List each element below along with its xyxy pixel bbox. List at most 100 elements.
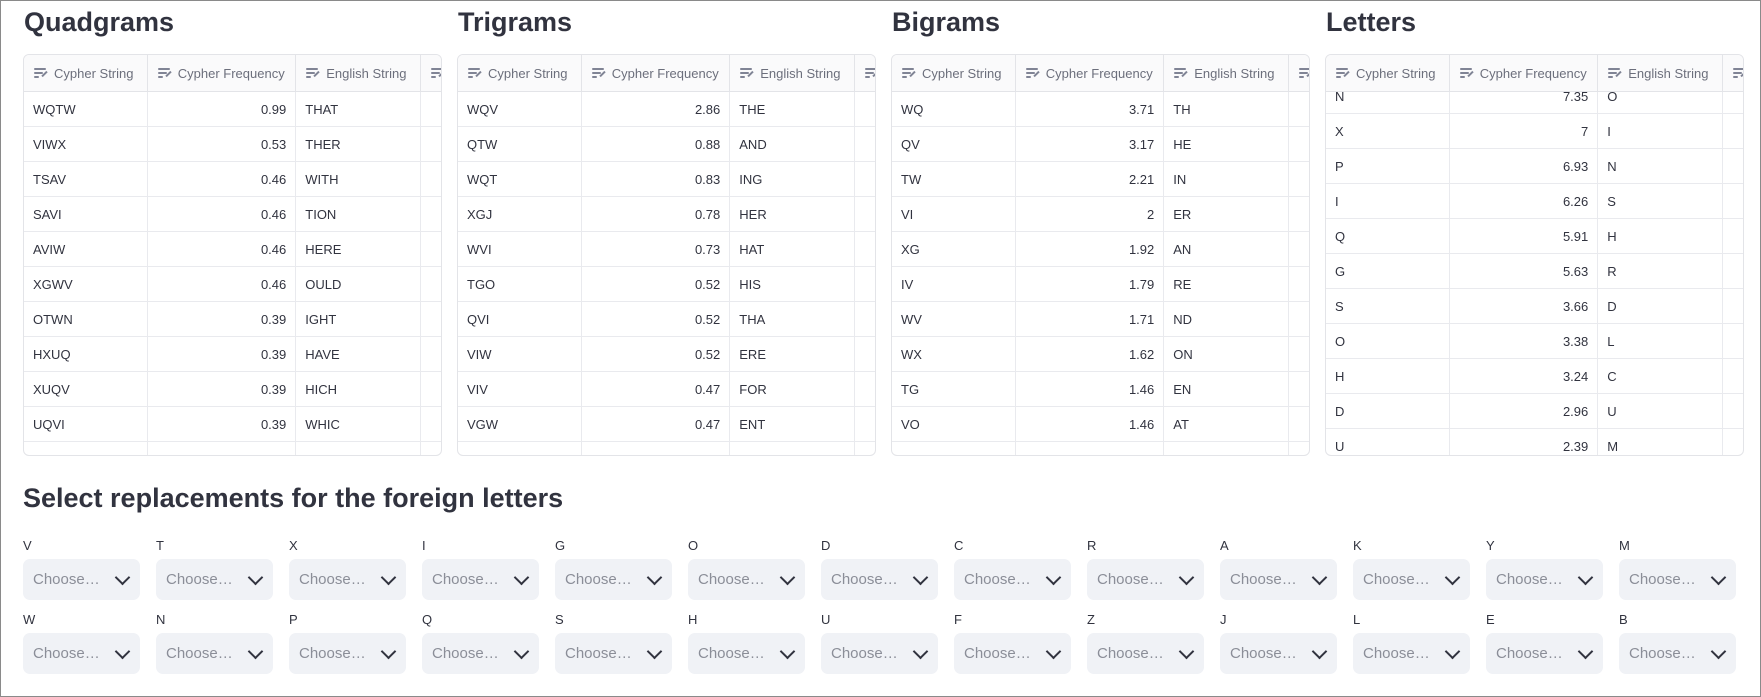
english-string-cell[interactable]: R [1598,254,1724,288]
english-string-cell[interactable]: H [1598,219,1724,253]
select-dropdown[interactable]: Choose… [422,559,539,600]
table-row[interactable]: Q 5.91 H [1326,219,1743,254]
select-dropdown[interactable]: Choose… [1087,559,1204,600]
english-string-cell[interactable]: IN [1164,162,1290,196]
table-row[interactable]: XG 1.92 AN [892,232,1309,267]
cypher-string-cell[interactable]: XG [892,232,1016,266]
english-string-cell[interactable]: ERE [730,337,856,371]
cypher-string-cell[interactable]: WQV [458,92,582,126]
cypher-frequency-cell[interactable]: 0.99 [148,92,297,126]
cypher-string-cell[interactable]: TW [892,162,1016,196]
table-row[interactable]: WQTW 0.99 THAT [24,92,441,127]
cypher-string-cell[interactable]: QVI [458,302,582,336]
table-row[interactable]: G 5.63 R [1326,254,1743,289]
cypher-frequency-cell[interactable]: 1.62 [1016,337,1165,371]
english-string-cell[interactable]: HAVE [296,337,422,371]
table-row[interactable]: D 2.96 U [1326,394,1743,429]
cypher-string-cell[interactable]: Q [1326,219,1450,253]
cypher-frequency-cell[interactable]: 0.52 [582,267,731,301]
english-string-cell[interactable]: HE [1164,127,1290,161]
cypher-frequency-cell[interactable]: 0.39 [148,302,297,336]
table-row[interactable]: VGW 0.47 ENT [458,407,875,442]
select-dropdown[interactable]: Choose… [1486,633,1603,674]
table-row[interactable]: WX 1.62 ON [892,337,1309,372]
data-grid[interactable]: Cypher String Cypher Frequency English Str… [891,54,1310,456]
select-dropdown[interactable]: Choose… [1087,633,1204,674]
cypher-string-cell[interactable]: WX [892,337,1016,371]
select-dropdown[interactable]: Choose… [23,559,140,600]
column-header[interactable]: English String [1598,55,1723,91]
column-header[interactable]: English String [296,55,421,91]
table-row[interactable]: UQVI 0.39 WHIC [24,407,441,442]
cypher-string-cell[interactable]: N [1326,92,1450,113]
table-row[interactable]: X7I [1326,114,1743,149]
select-dropdown[interactable]: Choose… [23,633,140,674]
grid-body[interactable]: WQTW 0.99 THAT VIWX 0.53 THER TSAV 0.46 WITH SAVI… [24,92,441,455]
cypher-string-cell[interactable]: WVI [458,232,582,266]
english-string-cell[interactable]: N [1598,149,1724,183]
cypher-string-cell[interactable]: VIWX [24,127,148,161]
english-string-cell[interactable]: ENT [730,407,856,441]
select-dropdown[interactable]: Choose… [688,559,805,600]
table-row[interactable]: P 6.93 N [1326,149,1743,184]
select-dropdown[interactable]: Choose… [821,633,938,674]
table-row[interactable]: WQT 0.83 ING [458,162,875,197]
cypher-string-cell[interactable]: U [1326,429,1450,455]
select-dropdown[interactable]: Choose… [821,559,938,600]
grid-body[interactable]: WQ 3.71 TH QV 3.17 HE TW 2.21 IN VI 2 ER XG 1.92 AN IV 1… [892,92,1309,455]
select-dropdown[interactable]: Choose… [1220,633,1337,674]
column-header[interactable]: Cypher Frequency [1450,55,1599,91]
cypher-frequency-cell[interactable]: 3.71 [1016,92,1165,126]
english-string-cell[interactable]: AT [1164,407,1290,441]
english-string-cell[interactable]: TION [296,197,422,231]
column-header[interactable]: Cypher String [1326,55,1450,91]
english-string-cell[interactable]: L [1598,324,1724,358]
grid-body[interactable]: N 7.35 O X 7 I P 6.93 N I 6.26 S Q 5.91 H G 5.63 R S 3.66 D O… [1326,92,1743,455]
english-string-cell[interactable]: EN [1164,372,1290,406]
select-dropdown[interactable]: Choose… [1353,559,1470,600]
table-row[interactable]: I 6.26 S [1326,184,1743,219]
column-header-overflow[interactable] [421,55,441,91]
english-string-cell[interactable]: THE [730,92,856,126]
select-dropdown[interactable]: Choose… [289,559,406,600]
english-string-cell[interactable]: IGHT [296,302,422,336]
table-row[interactable]: IV 1.79 RE [892,267,1309,302]
cypher-string-cell[interactable]: O [1326,324,1450,358]
english-string-cell[interactable]: HERE [296,232,422,266]
table-row[interactable]: QVI 0.52 THA [458,302,875,337]
table-row[interactable]: N 7.35 O [1326,92,1743,114]
column-header[interactable]: English String [730,55,855,91]
cypher-frequency-cell[interactable]: 5.91 [1450,219,1599,253]
table-row[interactable]: QV 3.17 HE [892,127,1309,162]
table-row[interactable]: TG 1.46 EN [892,372,1309,407]
cypher-string-cell[interactable]: WQTW [24,92,148,126]
cypher-string-cell[interactable]: TSAV [24,162,148,196]
cypher-frequency-cell[interactable]: 0.39 [148,407,297,441]
data-grid[interactable]: Cypher String Cypher Frequency English Str… [1325,54,1744,456]
english-string-cell[interactable]: TH [1164,92,1290,126]
cypher-frequency-cell[interactable]: 0.46 [148,267,297,301]
cypher-frequency-cell[interactable]: 2.96 [1450,394,1599,428]
cypher-frequency-cell[interactable]: 3.38 [1450,324,1599,358]
table-row[interactable]: U 2.39 M [1326,429,1743,455]
cypher-frequency-cell[interactable]: 2 [1016,197,1165,231]
table-row[interactable]: XUQV 0.39 HICH [24,372,441,407]
cypher-string-cell[interactable]: D [1326,394,1450,428]
cypher-string-cell[interactable]: TGO [458,267,582,301]
cypher-string-cell[interactable]: S [1326,289,1450,323]
cypher-string-cell[interactable]: WV [892,302,1016,336]
cypher-string-cell[interactable]: UQVI [24,407,148,441]
table-row[interactable]: TGO 0.52 HIS [458,267,875,302]
column-header[interactable]: Cypher Frequency [1016,55,1165,91]
table-row[interactable]: WVI 0.73 HAT [458,232,875,267]
cypher-string-cell[interactable]: QTW [458,127,582,161]
english-string-cell[interactable]: THA [730,302,856,336]
cypher-frequency-cell[interactable]: 2.39 [1450,429,1599,455]
cypher-frequency-cell[interactable]: 2.21 [1016,162,1165,196]
select-dropdown[interactable]: Choose… [1619,633,1736,674]
cypher-string-cell[interactable]: XUQV [24,372,148,406]
table-row[interactable]: WV 1.71 ND [892,302,1309,337]
table-row[interactable]: TW 2.21 IN [892,162,1309,197]
english-string-cell[interactable]: O [1598,92,1724,113]
table-row[interactable]: WQV 2.86 THE [458,92,875,127]
